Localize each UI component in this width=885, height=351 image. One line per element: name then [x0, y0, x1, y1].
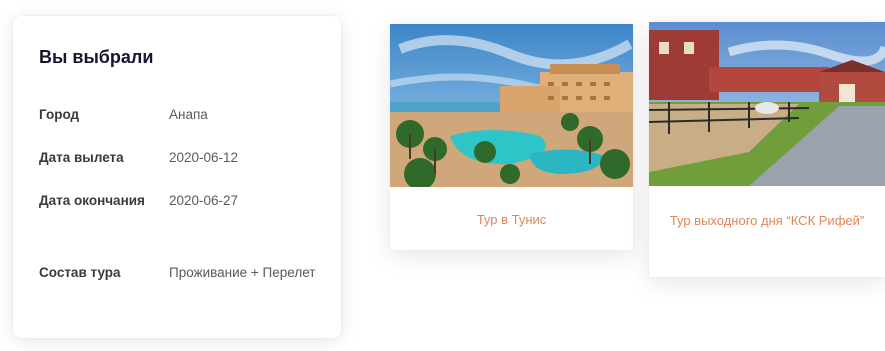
departure-date-label: Дата вылета: [39, 150, 124, 165]
tour-composition-value: Проживание + Перелет: [169, 265, 316, 280]
tour-composition-label: Состав тура: [39, 265, 121, 280]
resort-pool-photo: [390, 24, 633, 187]
selection-summary-card: Вы выбрали Город Анапа Дата вылета 2020-…: [13, 16, 341, 338]
end-date-label: Дата окончания: [39, 193, 145, 208]
tour-title-tunisia[interactable]: Тур в Тунис: [390, 207, 633, 232]
city-label: Город: [39, 107, 80, 122]
tour-title-ksk-rifey[interactable]: Тур выходного дня “КСК Рифей”: [649, 208, 885, 233]
departure-date-value: 2020-06-12: [169, 150, 239, 165]
city-value: Анапа: [169, 107, 208, 122]
tour-image-tunisia[interactable]: [390, 24, 633, 187]
end-date-value: 2020-06-27: [169, 193, 239, 208]
tour-card-ksk-rifey[interactable]: Тур выходного дня “КСК Рифей”: [649, 22, 885, 277]
tour-card-tunisia[interactable]: Тур в Тунис: [390, 24, 633, 250]
equestrian-center-photo: [649, 22, 885, 186]
tour-image-ksk-rifey[interactable]: [649, 22, 885, 186]
summary-title: Вы выбрали: [39, 47, 154, 67]
